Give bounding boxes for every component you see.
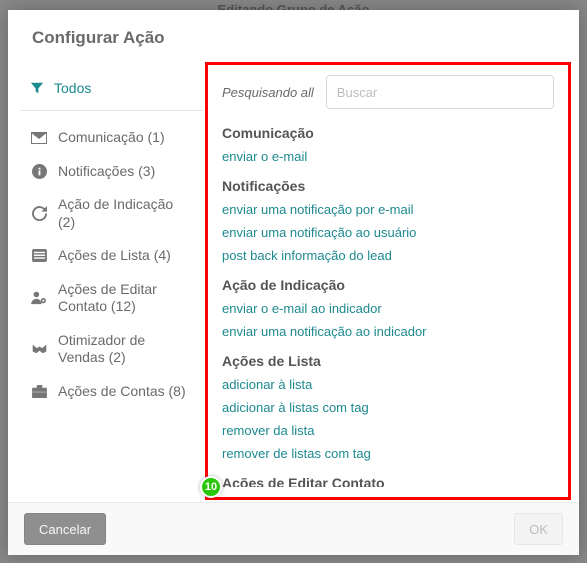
action-link[interactable]: enviar uma notificação por e-mail xyxy=(222,198,546,221)
sidebar-item-comunicacao[interactable]: Comunicação (1) xyxy=(20,121,203,155)
modal-body: Todos Comunicação (1) Notificações (3) A… xyxy=(8,62,579,502)
filter-all-row[interactable]: Todos xyxy=(20,74,203,111)
modal-header: Configurar Ação xyxy=(8,10,579,62)
section-title: Ações de Lista xyxy=(222,353,546,369)
section-title: Ações de Editar Contato xyxy=(222,475,546,487)
action-link[interactable]: adicionar à listas com tag xyxy=(222,396,546,419)
category-sidebar: Todos Comunicação (1) Notificações (3) A… xyxy=(8,62,203,502)
action-section: Ações de Editar Contatoatribuir tag do l… xyxy=(222,475,546,487)
list-icon xyxy=(30,249,48,262)
briefcase-icon xyxy=(30,385,48,398)
sidebar-item-label: Otimizador de Vendas (2) xyxy=(58,332,193,367)
refresh-icon xyxy=(30,206,48,221)
filter-icon xyxy=(30,81,44,95)
sidebar-item-label: Ações de Editar Contato (12) xyxy=(58,281,193,316)
search-row: Pesquisando all xyxy=(222,75,554,109)
action-link[interactable]: remover de listas com tag xyxy=(222,442,546,465)
sidebar-item-label: Ação de Indicação (2) xyxy=(58,196,193,231)
section-title: Ação de Indicação xyxy=(222,277,546,293)
sidebar-item-label: Comunicação (1) xyxy=(58,129,165,147)
sidebar-item-indicacao[interactable]: Ação de Indicação (2) xyxy=(20,188,203,239)
modal-title: Configurar Ação xyxy=(32,28,555,48)
action-section: Notificações enviar uma notificação por e… xyxy=(222,178,546,267)
info-circle-icon xyxy=(30,164,48,179)
sidebar-item-editar-contato[interactable]: Ações de Editar Contato (12) xyxy=(20,273,203,324)
configure-action-modal: Configurar Ação Todos Comunicação (1) xyxy=(8,10,579,555)
action-link[interactable]: enviar o e-mail xyxy=(222,145,546,168)
search-label: Pesquisando all xyxy=(222,85,314,100)
sidebar-item-notificacoes[interactable]: Notificações (3) xyxy=(20,155,203,189)
search-input[interactable] xyxy=(326,75,554,109)
action-section: Ações de Lista adicionar à listaadicionar… xyxy=(222,353,546,465)
action-link[interactable]: enviar o e-mail ao indicador xyxy=(222,297,546,320)
actions-scroll-area[interactable]: Comunicação enviar o e-mail Notificações en… xyxy=(222,121,554,487)
sidebar-item-label: Ações de Lista (4) xyxy=(58,247,171,265)
ok-button: OK xyxy=(514,513,563,545)
user-gear-icon xyxy=(30,291,48,305)
section-title: Comunicação xyxy=(222,125,546,141)
handshake-icon xyxy=(30,343,48,355)
action-section: Comunicação enviar o e-mail xyxy=(222,125,546,168)
filter-all-label: Todos xyxy=(54,80,91,96)
modal-footer: Cancelar OK xyxy=(8,502,579,555)
step-badge: 10 xyxy=(200,476,222,498)
action-link[interactable]: enviar uma notificação ao indicador xyxy=(222,320,546,343)
action-link[interactable]: enviar uma notificação ao usuário xyxy=(222,221,546,244)
sidebar-item-label: Ações de Contas (8) xyxy=(58,383,186,401)
action-section: Ação de Indicação enviar o e-mail ao indi… xyxy=(222,277,546,343)
action-link[interactable]: post back informação do lead xyxy=(222,244,546,267)
actions-panel: Pesquisando all Comunicação enviar o e-ma… xyxy=(205,62,571,500)
sidebar-item-label: Notificações (3) xyxy=(58,163,155,181)
sidebar-item-otimizador[interactable]: Otimizador de Vendas (2) xyxy=(20,324,203,375)
sidebar-item-contas[interactable]: Ações de Contas (8) xyxy=(20,375,203,409)
action-link[interactable]: remover da lista xyxy=(222,419,546,442)
sidebar-item-lista[interactable]: Ações de Lista (4) xyxy=(20,239,203,273)
section-title: Notificações xyxy=(222,178,546,194)
cancel-button[interactable]: Cancelar xyxy=(24,513,106,545)
action-link[interactable]: adicionar à lista xyxy=(222,373,546,396)
envelope-icon xyxy=(30,132,48,144)
